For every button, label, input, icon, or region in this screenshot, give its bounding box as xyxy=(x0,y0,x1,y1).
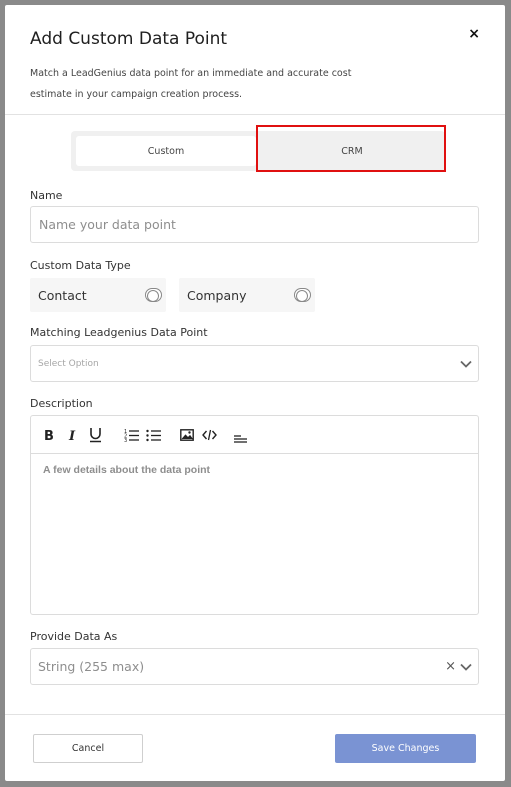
segment-custom[interactable]: Custom xyxy=(76,136,256,166)
clear-icon[interactable]: × xyxy=(445,659,456,674)
align-icon[interactable] xyxy=(233,428,247,446)
footer-divider xyxy=(5,714,505,715)
name-label: Name xyxy=(30,189,63,202)
svg-text:I: I xyxy=(68,429,76,442)
contact-toggle-icon[interactable] xyxy=(145,288,162,302)
description-textarea[interactable]: A few details about the data point xyxy=(31,454,478,486)
italic-icon[interactable]: I xyxy=(67,426,79,444)
matching-select[interactable]: Select Option xyxy=(30,345,479,382)
name-input[interactable] xyxy=(30,206,479,243)
header-divider xyxy=(5,114,505,115)
save-changes-button[interactable]: Save Changes xyxy=(335,734,476,763)
close-icon[interactable]: × xyxy=(468,26,480,42)
underline-icon[interactable] xyxy=(88,426,102,444)
editor-toolbar: B I 123 xyxy=(31,416,478,454)
code-icon[interactable] xyxy=(201,426,217,444)
data-type-company-label: Company xyxy=(187,287,247,303)
data-type-contact-label: Contact xyxy=(38,287,87,303)
data-type-company[interactable]: Company xyxy=(179,278,315,312)
chevron-down-icon[interactable] xyxy=(460,661,472,673)
bullet-list-icon[interactable] xyxy=(145,426,161,444)
description-label: Description xyxy=(30,397,93,410)
modal-title: Add Custom Data Point xyxy=(30,29,228,49)
svg-text:3: 3 xyxy=(124,438,127,442)
chevron-down-icon[interactable] xyxy=(460,358,472,370)
company-toggle-icon[interactable] xyxy=(294,288,311,302)
image-icon[interactable] xyxy=(179,426,194,444)
provide-data-as-value: String (255 max) xyxy=(38,659,145,674)
cancel-button[interactable]: Cancel xyxy=(33,734,143,763)
description-editor: B I 123 A few details about the data poi… xyxy=(30,415,479,615)
provide-data-as-select[interactable]: String (255 max) × xyxy=(30,648,479,685)
matching-select-placeholder: Select Option xyxy=(38,358,99,369)
svg-text:B: B xyxy=(44,429,54,442)
crm-highlight-box xyxy=(256,125,446,172)
data-type-contact[interactable]: Contact xyxy=(30,278,166,312)
modal-subtitle: Match a LeadGenius data point for an imm… xyxy=(30,68,352,100)
custom-data-type-label: Custom Data Type xyxy=(30,259,131,272)
matching-label: Matching Leadgenius Data Point xyxy=(30,326,208,339)
bold-icon[interactable]: B xyxy=(43,426,57,444)
ordered-list-icon[interactable]: 123 xyxy=(123,426,139,444)
add-custom-data-point-modal: × Add Custom Data Point Match a LeadGeni… xyxy=(5,5,505,781)
provide-data-as-label: Provide Data As xyxy=(30,630,118,643)
